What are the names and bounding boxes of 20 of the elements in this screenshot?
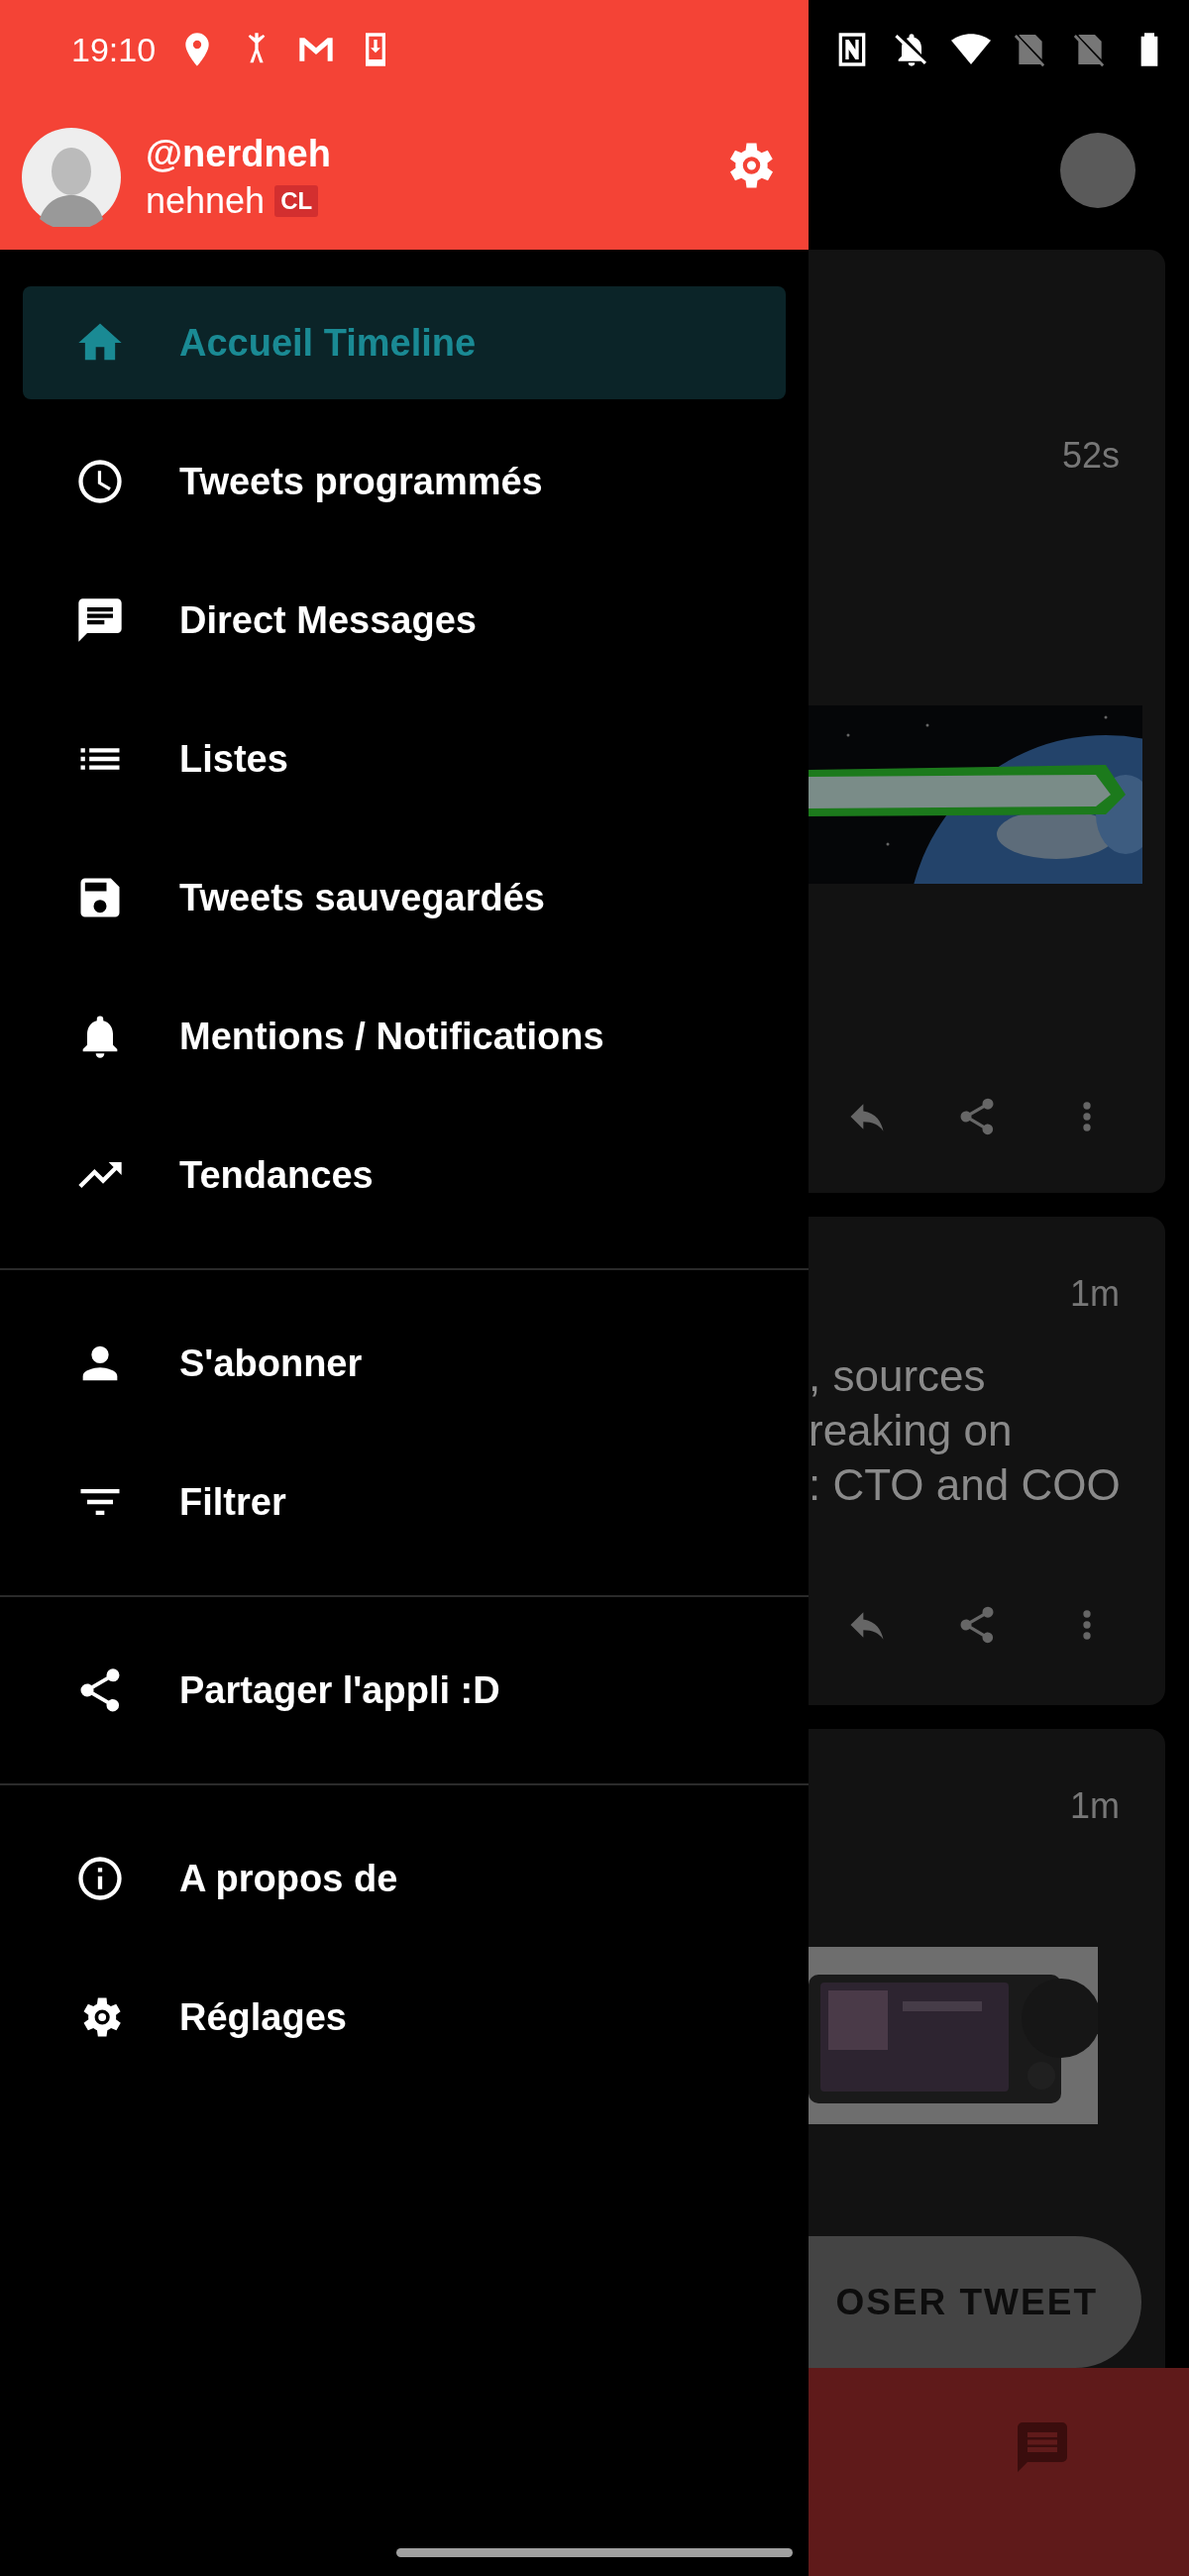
timestamp: 1m <box>1070 1784 1120 1828</box>
drawer-item[interactable]: S'abonner <box>23 1307 786 1420</box>
drawer-item[interactable]: Direct Messages <box>23 564 786 677</box>
timestamp: 1m <box>1070 1272 1120 1316</box>
drawer-item[interactable]: Réglages <box>23 1961 786 2074</box>
display-name: nehneh <box>146 179 266 223</box>
drawer-item[interactable]: Partager l'appli :D <box>23 1634 786 1747</box>
username: @nerdneh <box>146 132 331 176</box>
drawer-item[interactable]: Tweets sauvegardés <box>23 841 786 954</box>
drawer-item[interactable]: Accueil Timeline <box>23 286 786 399</box>
tweet-text: , sources reaking on : CTO and COO <box>809 1350 1122 1511</box>
drawer-item[interactable]: Tendances <box>23 1119 786 1232</box>
drawer-item[interactable]: Listes <box>23 702 786 815</box>
drawer-item[interactable]: Filtrer <box>23 1446 786 1558</box>
drawer-item[interactable]: Mentions / Notifications <box>23 980 786 1093</box>
drawer-item[interactable]: A propos de <box>23 1822 786 1935</box>
drawer-item[interactable]: Tweets programmés <box>23 425 786 538</box>
clock-time: 19:10 <box>71 30 157 69</box>
country-badge: CL <box>274 185 319 217</box>
timestamp: 52s <box>1061 434 1120 478</box>
